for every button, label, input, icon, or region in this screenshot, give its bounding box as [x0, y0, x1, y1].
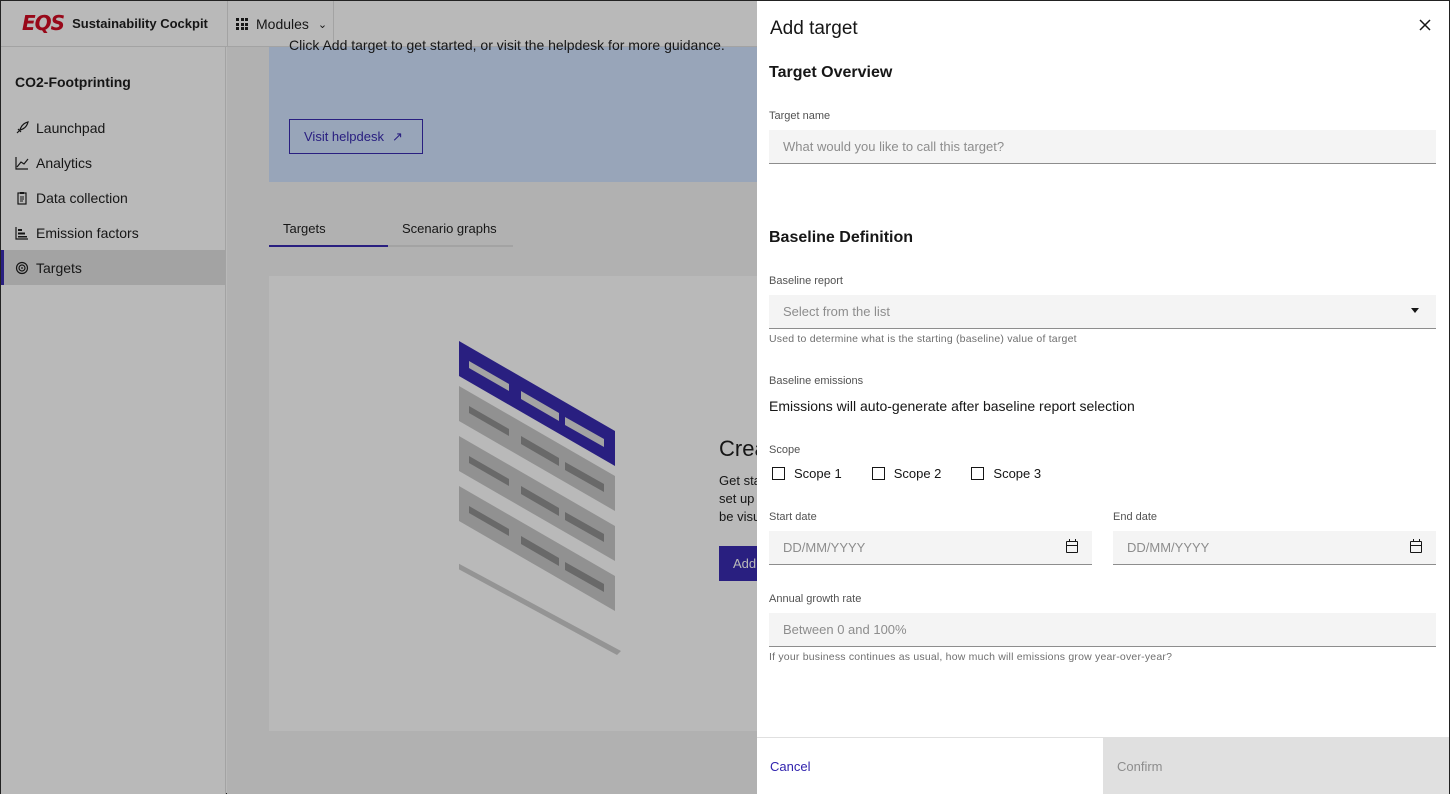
growth-rate-input[interactable] — [769, 613, 1436, 647]
scope-2-checkbox[interactable]: Scope 2 — [871, 466, 942, 481]
checkbox-label: Scope 3 — [993, 466, 1042, 481]
modal-footer: Cancel Confirm — [757, 737, 1449, 794]
start-date-input[interactable] — [769, 531, 1092, 565]
section-title-target-overview: Target Overview — [769, 64, 893, 81]
caret-down-icon — [1411, 308, 1419, 313]
end-date-label: End date — [1113, 511, 1158, 523]
add-target-modal: Add target Target Overview Target name B… — [757, 0, 1450, 794]
cancel-button[interactable]: Cancel — [757, 738, 1103, 794]
calendar-icon[interactable] — [1066, 539, 1078, 553]
close-icon[interactable] — [1415, 15, 1435, 35]
scope-checkbox-group: Scope 1 Scope 2 Scope 3 — [772, 466, 1071, 481]
baseline-report-label: Baseline report — [769, 275, 843, 287]
baseline-report-placeholder: Select from the list — [783, 304, 890, 319]
scope-3-checkbox[interactable]: Scope 3 — [971, 466, 1041, 481]
baseline-report-select[interactable]: Select from the list — [769, 295, 1436, 329]
start-date-field — [769, 531, 1092, 565]
calendar-icon[interactable] — [1410, 539, 1422, 553]
scope-label: Scope — [769, 444, 801, 456]
confirm-button[interactable]: Confirm — [1103, 738, 1449, 794]
target-name-label: Target name — [769, 110, 831, 122]
scope-1-checkbox[interactable]: Scope 1 — [772, 466, 842, 481]
checkbox-icon — [871, 467, 885, 480]
end-date-input[interactable] — [1113, 531, 1436, 565]
checkbox-label: Scope 2 — [893, 466, 942, 481]
checkbox-label: Scope 1 — [794, 466, 842, 481]
target-name-input[interactable] — [769, 130, 1436, 164]
baseline-report-helper: Used to determine what is the starting (… — [769, 333, 1077, 345]
checkbox-icon — [971, 467, 985, 480]
growth-rate-helper: If your business continues as usual, how… — [769, 651, 1173, 663]
section-title-baseline-definition: Baseline Definition — [769, 229, 914, 246]
modal-title: Add target — [770, 18, 858, 39]
start-date-label: Start date — [769, 511, 817, 523]
baseline-emissions-value: Emissions will auto-generate after basel… — [769, 398, 1135, 414]
end-date-field — [1113, 531, 1436, 565]
growth-rate-label: Annual growth rate — [769, 593, 862, 605]
baseline-emissions-label: Baseline emissions — [769, 375, 864, 387]
checkbox-icon — [772, 467, 785, 480]
